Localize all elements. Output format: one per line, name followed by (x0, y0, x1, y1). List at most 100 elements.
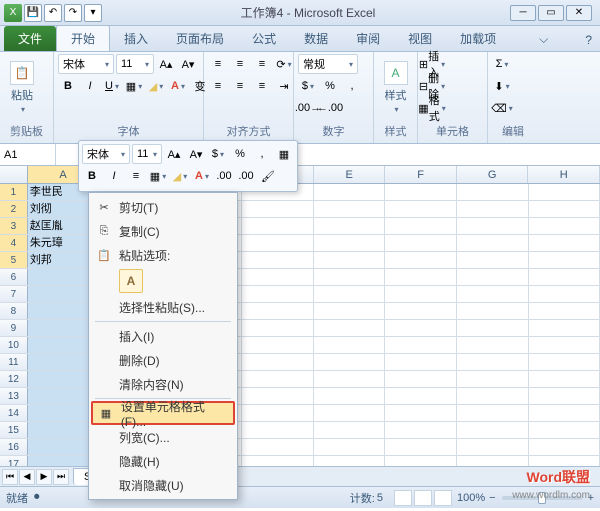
cell[interactable] (314, 286, 386, 302)
cell[interactable] (385, 235, 457, 251)
qat-save-icon[interactable]: 💾 (24, 4, 42, 22)
cell[interactable] (529, 184, 600, 200)
cell[interactable] (385, 456, 457, 466)
cell[interactable] (457, 252, 529, 268)
sheet-nav-next[interactable]: ▶ (36, 469, 52, 485)
col-header-H[interactable]: H (528, 166, 600, 183)
cell[interactable] (242, 303, 314, 319)
cell[interactable] (242, 252, 314, 268)
ribbon-minimize-icon[interactable]: ⌵ (531, 28, 556, 51)
cell[interactable] (314, 439, 386, 455)
increase-decimal-icon[interactable]: .00→ (298, 98, 318, 118)
cell[interactable] (314, 235, 386, 251)
cell[interactable] (242, 218, 314, 234)
cell[interactable] (385, 405, 457, 421)
tab-review[interactable]: 审阅 (342, 26, 394, 51)
cell[interactable] (242, 235, 314, 251)
cell[interactable] (385, 439, 457, 455)
cell[interactable] (529, 405, 600, 421)
cell[interactable] (457, 201, 529, 217)
cell[interactable] (457, 456, 529, 466)
cell[interactable] (385, 354, 457, 370)
ctx-paste-special[interactable]: 选择性粘贴(S)... (91, 295, 235, 319)
cell[interactable] (314, 320, 386, 336)
font-color-button[interactable]: A▾ (168, 76, 188, 96)
tab-page-layout[interactable]: 页面布局 (162, 26, 238, 51)
row-header[interactable]: 6 (0, 269, 28, 285)
tab-insert[interactable]: 插入 (110, 26, 162, 51)
ctx-hide[interactable]: 隐藏(H) (91, 449, 235, 473)
qat-redo-icon[interactable]: ↷ (64, 4, 82, 22)
cell[interactable] (457, 235, 529, 251)
ctx-insert[interactable]: 插入(I) (91, 324, 235, 348)
zoom-out-icon[interactable]: − (489, 492, 495, 504)
cell[interactable] (385, 371, 457, 387)
mini-percent-icon[interactable]: % (230, 144, 250, 164)
cell[interactable] (529, 439, 600, 455)
cell[interactable] (529, 201, 600, 217)
paste-button[interactable]: 📋 粘贴 ▾ (4, 54, 40, 120)
decrease-decimal-icon[interactable]: ←.00 (320, 98, 340, 118)
mini-painter-icon[interactable]: 🖌 (258, 166, 278, 186)
col-header-F[interactable]: F (385, 166, 457, 183)
cell[interactable] (314, 252, 386, 268)
cell[interactable] (314, 388, 386, 404)
row-header[interactable]: 2 (0, 201, 28, 217)
close-button[interactable]: ✕ (566, 5, 592, 21)
mini-grow-font-icon[interactable]: A▴ (164, 144, 184, 164)
excel-icon[interactable]: X (4, 4, 22, 22)
ctx-delete[interactable]: 删除(D) (91, 348, 235, 372)
cell[interactable] (242, 201, 314, 217)
cell[interactable] (529, 235, 600, 251)
font-name-select[interactable]: 宋体▾ (58, 54, 114, 74)
mini-inc-dec-icon[interactable]: .00 (214, 166, 234, 186)
cell[interactable] (242, 456, 314, 466)
ctx-cut[interactable]: ✂剪切(T) (91, 195, 235, 219)
cell[interactable] (314, 269, 386, 285)
mini-shrink-font-icon[interactable]: A▾ (186, 144, 206, 164)
cell[interactable] (457, 269, 529, 285)
cell[interactable] (529, 252, 600, 268)
cell[interactable] (314, 354, 386, 370)
cell[interactable] (314, 337, 386, 353)
row-header[interactable]: 8 (0, 303, 28, 319)
border-button[interactable]: ▦▾ (124, 76, 144, 96)
decrease-font-icon[interactable]: A▾ (178, 54, 198, 74)
cell[interactable] (457, 388, 529, 404)
zoom-level[interactable]: 100% (457, 492, 485, 504)
qat-undo-icon[interactable]: ↶ (44, 4, 62, 22)
underline-button[interactable]: U▾ (102, 76, 122, 96)
comma-icon[interactable]: , (342, 76, 362, 96)
cell[interactable] (314, 422, 386, 438)
row-header[interactable]: 15 (0, 422, 28, 438)
cells-format-button[interactable]: ▦格式▾ (422, 98, 442, 118)
cell[interactable] (457, 337, 529, 353)
autosum-icon[interactable]: Σ▾ (492, 54, 512, 74)
tab-addins[interactable]: 加载项 (446, 26, 510, 51)
cell[interactable] (385, 218, 457, 234)
row-header[interactable]: 4 (0, 235, 28, 251)
cell[interactable] (314, 405, 386, 421)
number-format-select[interactable]: 常规▾ (298, 54, 358, 74)
cell[interactable] (242, 354, 314, 370)
cell[interactable] (529, 388, 600, 404)
cell[interactable] (385, 422, 457, 438)
cell[interactable] (529, 303, 600, 319)
cell[interactable] (242, 422, 314, 438)
row-header[interactable]: 11 (0, 354, 28, 370)
cell[interactable] (314, 303, 386, 319)
cell[interactable] (529, 218, 600, 234)
tab-home[interactable]: 开始 (56, 25, 110, 51)
cell[interactable] (457, 439, 529, 455)
row-header[interactable]: 16 (0, 439, 28, 455)
cell[interactable] (529, 371, 600, 387)
cell[interactable] (242, 388, 314, 404)
cell[interactable] (242, 439, 314, 455)
cell[interactable] (242, 286, 314, 302)
cell[interactable] (529, 286, 600, 302)
currency-icon[interactable]: $▾ (298, 76, 318, 96)
mini-comma-icon[interactable]: , (252, 144, 272, 164)
mini-format-icon[interactable]: ▦ (274, 144, 294, 164)
tab-file[interactable]: 文件 (4, 26, 56, 51)
cell[interactable] (242, 269, 314, 285)
